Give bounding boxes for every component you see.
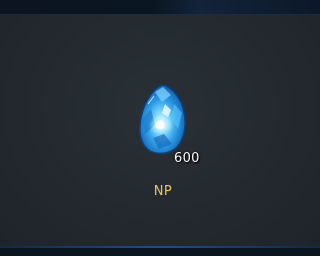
reward-name: NP xyxy=(153,184,173,199)
reward-count: 600 xyxy=(174,151,200,166)
blue-crystal-icon xyxy=(134,82,190,158)
bottom-bar xyxy=(0,248,320,256)
reward-screen: 600 NP xyxy=(0,0,320,256)
top-bar xyxy=(0,0,320,15)
